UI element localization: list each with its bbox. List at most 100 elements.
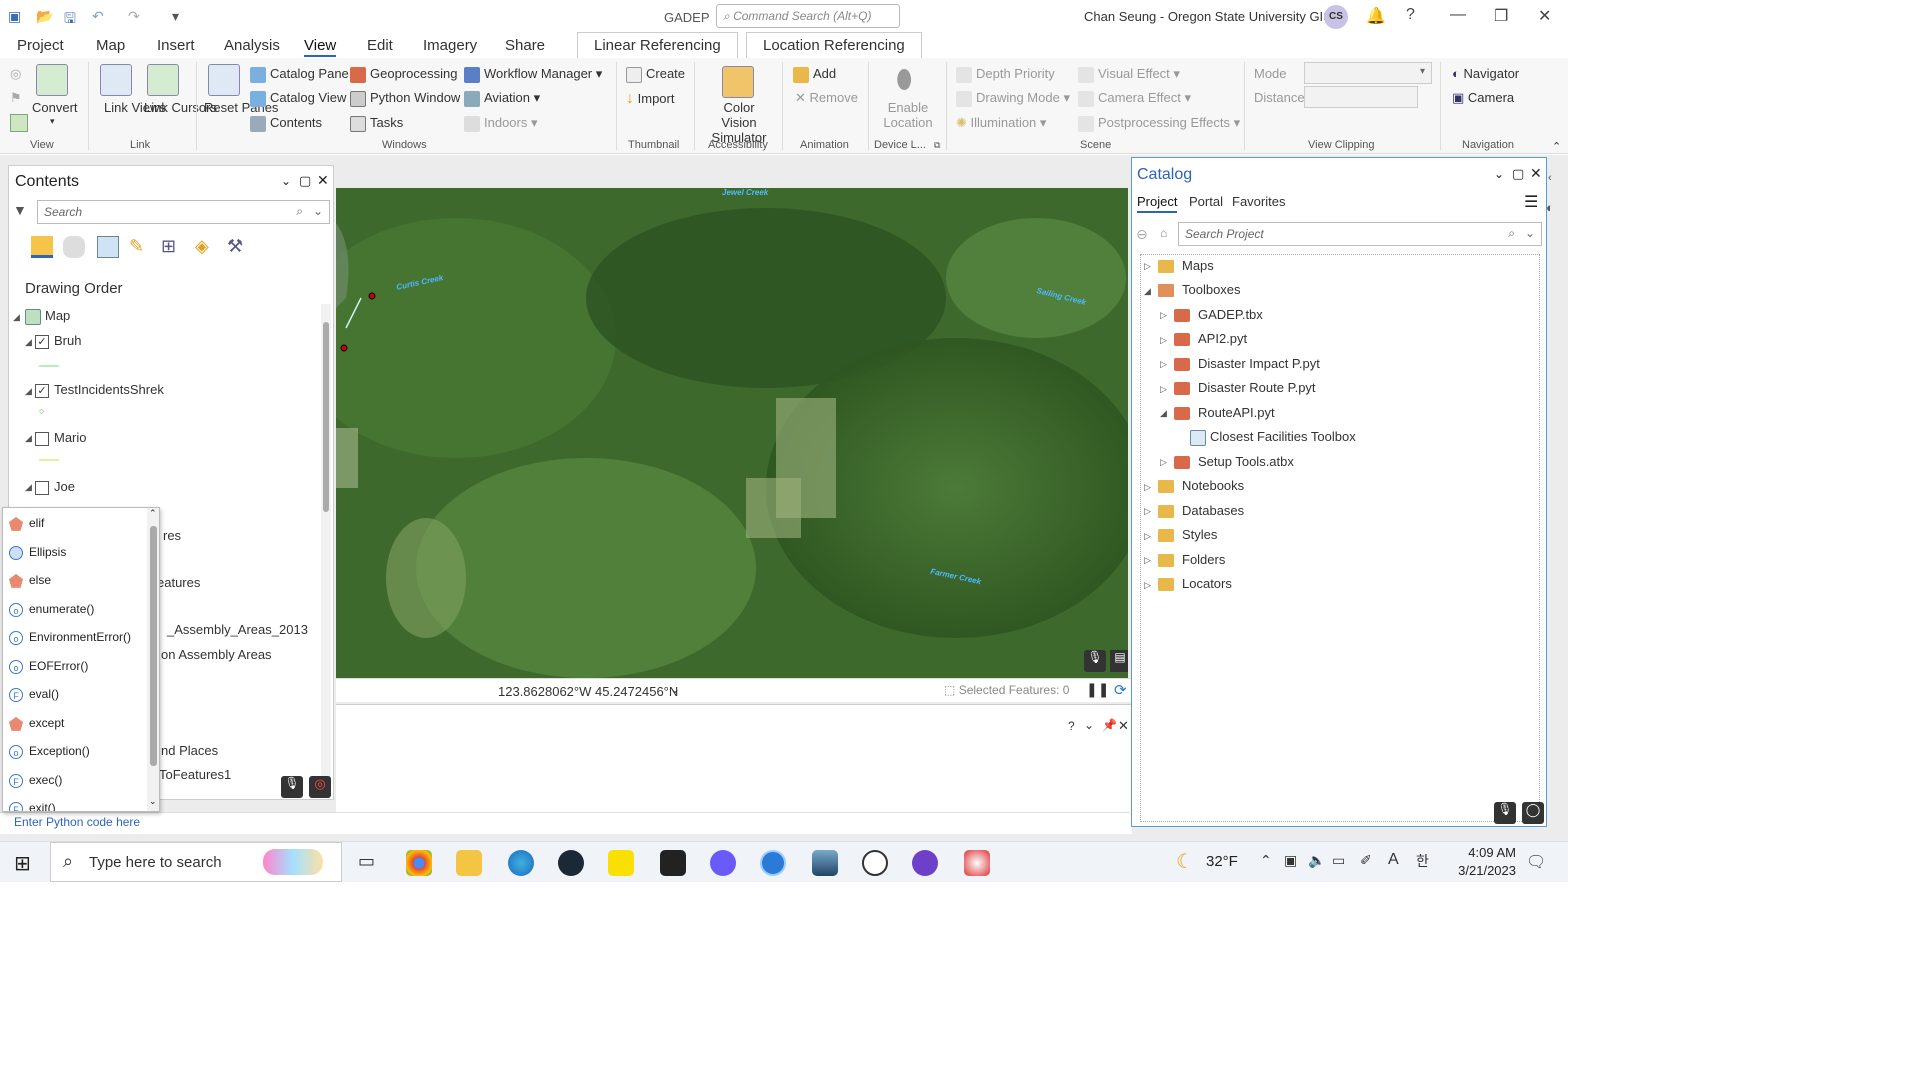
chevron-up-icon[interactable]: ⌃ — [149, 508, 157, 519]
discord-icon[interactable] — [710, 850, 736, 876]
close-icon[interactable]: ✕ — [1538, 6, 1551, 26]
maximize-icon[interactable]: ▢ — [299, 173, 311, 189]
expand-icon[interactable]: ◢ — [25, 433, 32, 444]
game-launcher-icon[interactable] — [660, 850, 686, 876]
microphone-icon[interactable]: 🎙 — [1084, 650, 1106, 672]
layer-fragment[interactable]: on Assembly Areas — [161, 647, 272, 662]
pen-icon[interactable]: ✐ — [1360, 852, 1372, 869]
user-name[interactable]: Chan Seung - Oregon State University GIS… — [1084, 9, 1341, 24]
layer-checkbox[interactable]: ✓ — [35, 383, 49, 398]
network-icon[interactable]: ▣ — [1284, 852, 1297, 869]
windows-start-icon[interactable]: ⊞ — [14, 851, 31, 876]
autocomplete-item[interactable]: elif — [9, 516, 44, 531]
expand-icon[interactable]: ▷ — [1160, 457, 1167, 468]
expand-icon[interactable]: ▷ — [1144, 531, 1151, 542]
catalog-item-disaster-impact[interactable]: Disaster Impact P.pyt — [1174, 356, 1320, 372]
battery-icon[interactable]: ▭ — [1332, 852, 1345, 869]
cortana-icon[interactable]: ◯ — [1522, 802, 1544, 824]
python-autocomplete-list[interactable]: elif Ellipsis else o enumerate() o Environ… — [2, 507, 160, 812]
app-icon[interactable]: ▣ — [8, 8, 21, 25]
menu-project[interactable]: Project — [17, 37, 64, 54]
scrollbar-thumb[interactable] — [323, 322, 329, 512]
catalog-item-folders[interactable]: Folders — [1158, 552, 1225, 568]
expand-icon[interactable]: ◢ — [13, 312, 20, 323]
layer-checkbox[interactable] — [35, 431, 49, 446]
expand-icon[interactable]: ▷ — [1144, 482, 1151, 493]
font-icon[interactable]: A — [1388, 851, 1399, 869]
back-icon[interactable]: ⊖ — [1136, 226, 1148, 243]
redo-icon[interactable]: ↷ — [128, 8, 140, 25]
expand-icon[interactable]: ◢ — [25, 386, 32, 397]
menu-map[interactable]: Map — [96, 37, 125, 54]
catalog-view-button[interactable]: Catalog View — [250, 90, 346, 107]
undo-icon[interactable]: ↶ — [92, 8, 104, 25]
autocomplete-item[interactable]: Fexit() — [9, 801, 56, 811]
chevron-down-icon[interactable]: ⌄ — [1494, 167, 1504, 181]
layer-testincidentsshrek[interactable]: ✓ TestIncidentsShrek — [35, 382, 164, 398]
file-explorer-icon[interactable] — [456, 850, 482, 876]
catalog-item-locators[interactable]: Locators — [1158, 576, 1232, 592]
selection-icon[interactable] — [97, 236, 119, 258]
pause-icon[interactable]: ❚❚ — [1086, 681, 1109, 698]
clock-date[interactable]: 3/21/2023 — [1448, 863, 1516, 878]
home-icon[interactable]: ⌂ — [1160, 226, 1167, 240]
layer-joe[interactable]: Joe — [35, 479, 75, 495]
autocomplete-item[interactable]: o Exception() — [9, 744, 90, 759]
map-node[interactable]: Map — [25, 308, 70, 325]
catalog-item-routeapi[interactable]: RouteAPI.pyt — [1174, 405, 1275, 421]
depth-priority-button[interactable]: Depth Priority — [956, 66, 1055, 83]
aviation-button[interactable]: Aviation ▾ — [464, 90, 540, 107]
layer-mario[interactable]: Mario — [35, 430, 87, 446]
expand-icon[interactable]: ▷ — [1144, 580, 1151, 591]
edge-icon[interactable] — [508, 850, 534, 876]
github-icon[interactable] — [912, 850, 938, 876]
dialog-launcher-icon[interactable]: ⧉ — [934, 140, 940, 151]
autocomplete-item[interactable]: Fexec() — [9, 773, 62, 788]
autocomplete-item[interactable]: o enumerate() — [9, 602, 94, 617]
catalog-pane-button[interactable]: Catalog Pane — [250, 66, 349, 83]
create-thumbnail-button[interactable]: Create — [626, 66, 685, 83]
close-icon[interactable]: ✕ — [1118, 718, 1129, 734]
small-view-icon-2[interactable]: ⚑ — [10, 90, 22, 106]
layer-fragment[interactable]: res — [163, 528, 181, 543]
menu-share[interactable]: Share — [505, 37, 545, 54]
help-icon[interactable]: ? — [1406, 6, 1415, 24]
open-icon[interactable]: 📂 — [36, 8, 53, 25]
photos-icon[interactable] — [812, 850, 838, 876]
chevron-down-icon[interactable]: ⌄ — [149, 796, 157, 807]
layer-fragment[interactable]: eatures — [157, 575, 200, 590]
contents-button[interactable]: Contents — [250, 115, 322, 132]
catalog-search-input[interactable]: Search Project ⌕ ⌄ — [1178, 222, 1542, 246]
labeling-icon[interactable]: ◈ — [195, 236, 217, 258]
selected-features[interactable]: ⬚ Selected Features: 0 — [944, 683, 1069, 697]
catalog-item-maps[interactable]: Maps — [1158, 258, 1214, 274]
notification-icon[interactable]: 🔔 — [1366, 6, 1386, 26]
panel-icon[interactable]: ▤ — [1110, 650, 1128, 672]
contents-search-input[interactable]: Search ⌕ ⌄ — [37, 200, 330, 224]
restore-icon[interactable]: ❐ — [1494, 6, 1508, 26]
messenger-icon[interactable] — [862, 850, 888, 876]
navigator-button[interactable]: ◐ Navigator — [1452, 66, 1519, 81]
convert-dropdown-icon[interactable]: ▾ — [50, 116, 55, 127]
postprocessing-effects-button[interactable]: Postprocessing Effects ▾ — [1078, 115, 1240, 132]
side-panel-icon[interactable]: ◐ — [1546, 200, 1554, 215]
snapping-icon[interactable]: ⊞ — [161, 236, 183, 258]
menu-edit[interactable]: Edit — [367, 37, 393, 54]
catalog-item-api2[interactable]: API2.pyt — [1174, 331, 1247, 347]
close-icon[interactable]: ✕ — [1530, 165, 1542, 182]
expand-icon[interactable]: ▷ — [1160, 335, 1167, 346]
expand-icon[interactable]: ▷ — [1144, 506, 1151, 517]
app-icon[interactable] — [964, 850, 990, 876]
record-icon[interactable]: ◎ — [309, 776, 331, 798]
visual-effect-button[interactable]: Visual Effect ▾ — [1078, 66, 1180, 83]
autocomplete-item[interactable]: else — [9, 573, 51, 588]
small-view-icon[interactable]: ◎ — [10, 66, 21, 82]
catalog-item-toolboxes[interactable]: Toolboxes — [1158, 282, 1241, 298]
coordinate-format-dropdown-icon[interactable]: ⌄ — [670, 682, 680, 696]
menu-insert[interactable]: Insert — [157, 37, 195, 54]
geoprocessing-button[interactable]: Geoprocessing — [350, 66, 457, 83]
task-view-icon[interactable]: ▭ — [358, 851, 375, 872]
expand-icon[interactable]: ▷ — [1160, 384, 1167, 395]
layer-fragment[interactable]: nd Places — [161, 743, 218, 758]
autocomplete-item[interactable]: Feval() — [9, 687, 59, 702]
